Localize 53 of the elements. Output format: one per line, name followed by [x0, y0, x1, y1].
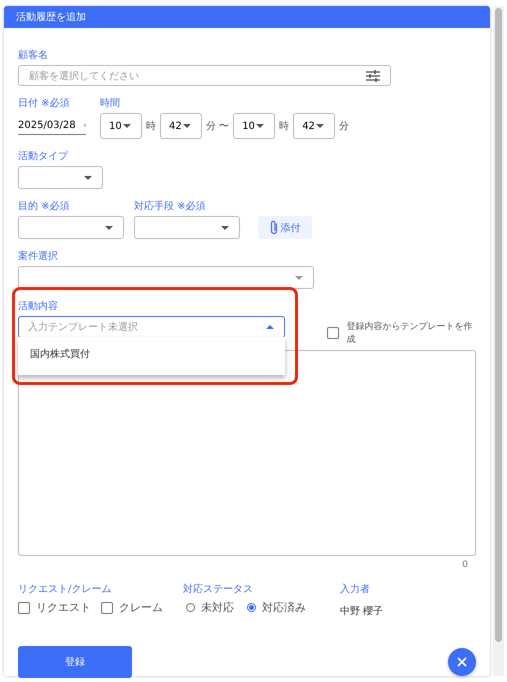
radio-label: 対応済み [262, 600, 306, 615]
dialog-title: 活動履歴を追加 [16, 10, 86, 24]
author-name: 中野 櫻子 [340, 604, 384, 618]
time-select[interactable]: 42 [160, 113, 202, 139]
caret-icon [123, 124, 131, 128]
time-select[interactable]: 10 [100, 113, 142, 139]
field-label: 対応ステータス [183, 584, 254, 596]
paperclip-icon [270, 220, 278, 235]
field-label: 活動タイプ [18, 151, 70, 163]
checkbox[interactable] [18, 602, 30, 614]
project-select[interactable] [18, 266, 314, 289]
close-button[interactable] [448, 648, 476, 676]
field-label: 案件選択 [18, 251, 59, 263]
scrollbar-thumb[interactable] [495, 8, 502, 642]
time-unit: 時 [146, 120, 156, 133]
scrollbar[interactable] [493, 6, 504, 676]
field-label: 対応手段 ※必須 [134, 201, 207, 213]
caret-icon [316, 124, 324, 128]
caret-icon [221, 226, 229, 230]
time-select[interactable]: 42 [293, 113, 336, 139]
checkbox-label: 登録内容からテンプレートを作成 [346, 320, 474, 346]
checkbox-label: クレーム [119, 600, 163, 615]
filter-icon[interactable] [366, 70, 380, 82]
close-icon [457, 657, 467, 667]
dropdown-option[interactable]: 国内株式買付 [18, 347, 285, 361]
checkbox-label: リクエスト [36, 600, 91, 615]
time-unit: 分 〜 [206, 120, 230, 133]
time-unit: 時 [279, 120, 290, 133]
caret-icon [183, 124, 191, 128]
character-counter: 0 [461, 560, 468, 570]
attach-button[interactable]: 添付 [258, 216, 312, 239]
submit-button[interactable]: 登録 [18, 646, 132, 678]
date-field[interactable]: 2025/03/28 [18, 114, 86, 135]
radio-button[interactable] [247, 603, 256, 612]
time-unit: 分 [339, 120, 350, 133]
placeholder-text: 顧客を選択してください [29, 70, 139, 82]
radio-label: 未対応 [201, 600, 234, 615]
checkbox[interactable] [327, 327, 339, 339]
caret-icon [256, 124, 264, 128]
field-label: 顧客名 [18, 50, 49, 62]
field-label: 入力者 [340, 584, 371, 596]
caret-icon [295, 276, 303, 280]
field-label: 日付 ※必須 [18, 98, 71, 110]
field-label: 活動内容 [18, 301, 59, 313]
field-label: 時間 [100, 98, 121, 110]
time-select[interactable]: 10 [233, 113, 276, 139]
caret-icon [84, 176, 92, 180]
caret-icon [105, 226, 113, 230]
caret-icon [266, 325, 274, 329]
radio-button[interactable] [186, 603, 195, 612]
field-label: リクエスト/クレーム [18, 584, 112, 596]
checkbox[interactable] [101, 602, 113, 614]
field-label: 目的 ※必須 [18, 201, 71, 213]
